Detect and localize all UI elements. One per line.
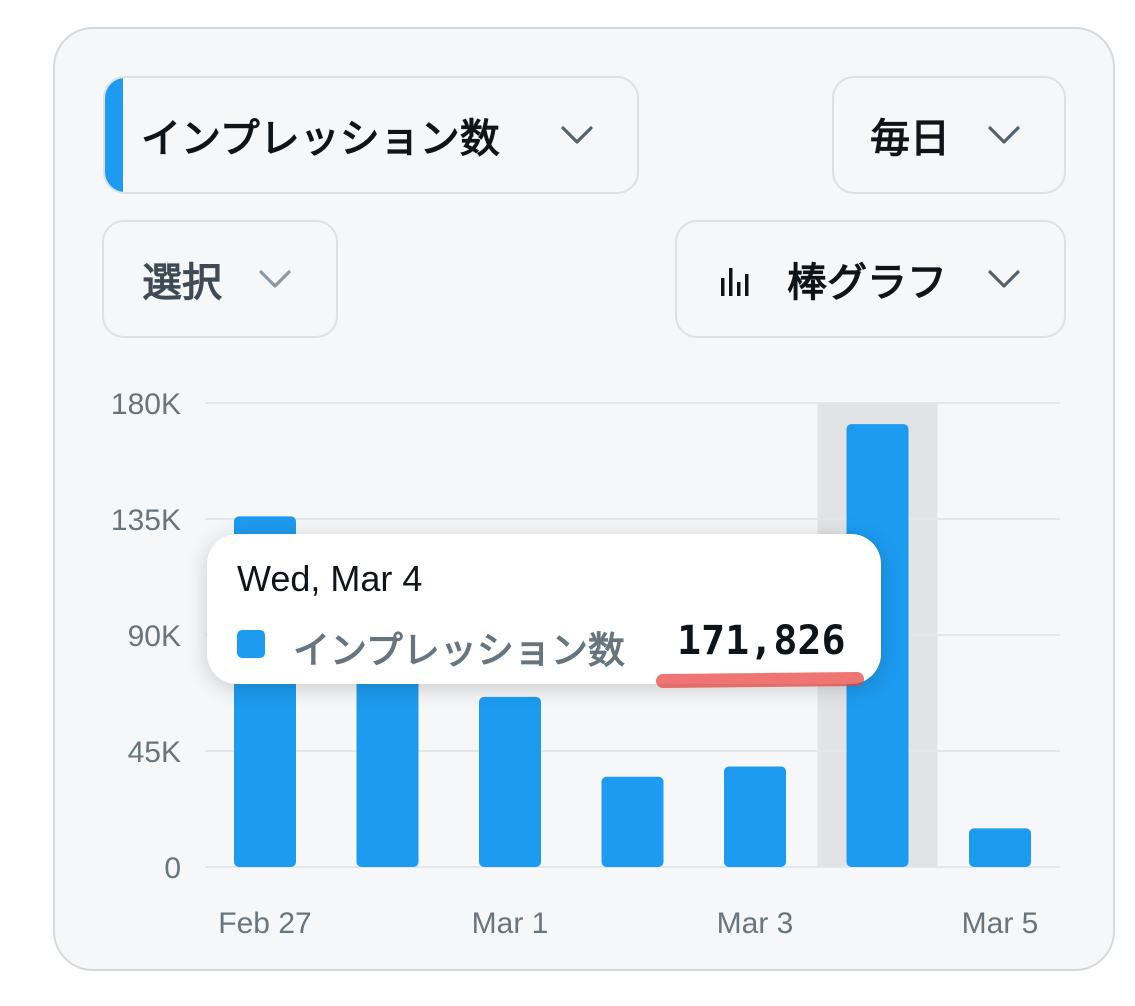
y-axis-labels: 0 45K 90K 135K 180K [111,388,181,885]
y-tick-label: 45K [128,736,181,769]
x-tick-label: Mar 1 [472,907,549,940]
x-tick-label: Mar 5 [962,907,1039,940]
tooltip-date: Wed, Mar 4 [237,558,423,599]
chevron-down-icon [988,270,1020,288]
chevron-down-icon [561,126,593,144]
chart-tooltip: Wed, Mar 4 インプレッション数 171,826 [207,534,881,684]
chart-type-dropdown[interactable]: 棒グラフ [675,220,1066,338]
y-tick-label: 135K [111,504,181,537]
bar-mar-2[interactable] [601,776,664,867]
y-tick-label: 90K [128,620,181,653]
metric-dropdown-label: インプレッション数 [141,116,500,162]
x-axis-labels: Feb 27 Mar 1 Mar 3 Mar 5 [218,907,1038,940]
x-tick-label: Mar 3 [717,907,794,940]
metric-dropdown[interactable]: インプレッション数 [103,76,639,194]
bar-mar-3[interactable] [724,766,786,867]
chart-type-dropdown-label: 棒グラフ [787,260,947,306]
chevron-down-icon [259,270,291,288]
selection-dropdown-label: 選択 [142,260,222,306]
bar-mar-5[interactable] [969,828,1031,867]
metric-accent-bar [105,78,123,192]
x-tick-label: Feb 27 [218,907,311,940]
period-dropdown[interactable]: 毎日 [832,76,1066,194]
bar-chart-icon [721,268,749,296]
y-tick-label: 180K [111,388,181,421]
selection-dropdown[interactable]: 選択 [102,220,338,338]
red-underline-annotation [655,671,865,689]
tooltip-value: 171,826 [677,618,846,664]
tooltip-series-swatch [237,630,265,658]
bar-mar-1[interactable] [479,696,541,867]
period-dropdown-label: 毎日 [870,116,950,162]
y-tick-label: 0 [164,852,181,885]
tooltip-series-name: インプレッション数 [293,629,625,672]
chevron-down-icon [988,126,1020,144]
